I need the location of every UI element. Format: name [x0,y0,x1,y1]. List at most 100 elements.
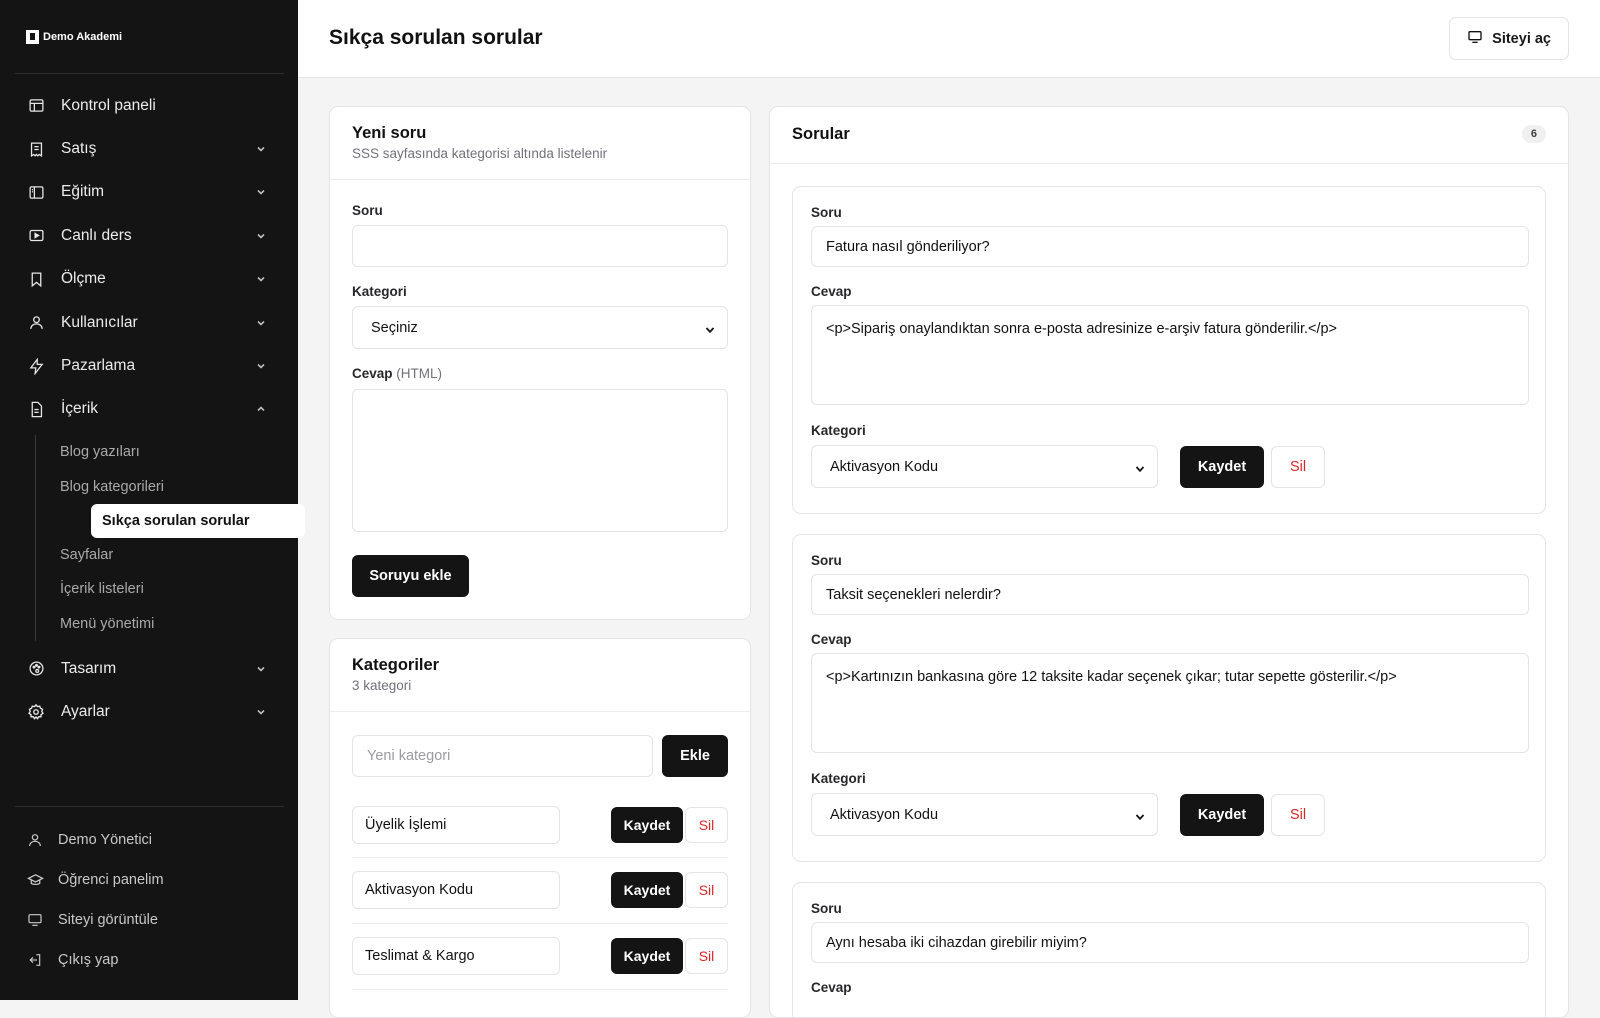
sidebar-item-canli-ders[interactable]: Canlı ders [14,214,284,257]
sidebar-item-kontrol-paneli[interactable]: Kontrol paneli [14,84,284,127]
category-name-input[interactable]: Üyelik İşlemi [352,806,560,844]
submenu-item-menu-yonetimi[interactable]: Menü yönetimi [14,607,284,641]
brand-name: Demo Akademi [43,31,123,43]
answer-label: Cevap [811,632,852,647]
chevron-down-icon [256,144,266,154]
question-item: Soru Aynı hesaba iki cihazdan girebilir … [792,882,1546,1017]
sidebar-item-label: Kullanıcılar [61,313,138,331]
bookmark-icon [27,270,45,288]
category-name-input[interactable]: Aktivasyon Kodu [352,871,560,909]
user-icon [26,831,44,849]
submenu-item-sss[interactable]: Sıkça sorulan sorular [91,503,305,539]
footer-item-logout[interactable]: Çıkış yap [14,940,284,980]
layout-icon [27,97,45,115]
question-item: Soru Fatura nasıl gönderiliyor? Cevap <p… [792,186,1546,514]
receipt-icon [27,140,45,158]
new-category-input[interactable]: Yeni kategori [352,735,653,777]
card-title: Sorular [792,125,850,143]
category-select[interactable]: Aktivasyon Kodu [811,445,1158,488]
answer-label: Cevap [811,284,852,299]
sidebar-divider [14,806,284,807]
delete-category-button[interactable]: Sil [685,807,728,843]
sidebar-item-label: İçerik [61,400,99,418]
video-icon [27,227,45,245]
questions-count-badge: 6 [1521,125,1546,143]
answer-label: Cevap (HTML) [352,366,442,381]
category-label: Kategori [811,771,866,786]
chevron-down-icon [256,707,266,717]
add-question-button[interactable]: Soruyu ekle [352,555,469,597]
answer-textarea[interactable]: <p>Sipariş onaylandıktan sonra e-posta a… [811,305,1529,405]
new-question-card: Yeni soru SSS sayfasında kategorisi altı… [329,106,751,620]
question-input[interactable]: Fatura nasıl gönderiliyor? [811,226,1529,267]
sidebar-item-ayarlar[interactable]: Ayarlar [14,690,284,733]
sidebar-item-satis[interactable]: Satış [14,127,284,170]
question-input[interactable]: Aynı hesaba iki cihazdan girebilir miyim… [811,922,1529,963]
sidebar-item-pazarlama[interactable]: Pazarlama [14,344,284,387]
save-question-button[interactable]: Kaydet [1180,446,1264,488]
sidebar-item-kullanicilar[interactable]: Kullanıcılar [14,301,284,344]
category-label: Kategori [811,423,866,438]
submenu-item-sayfalar[interactable]: Sayfalar [14,538,284,572]
row-divider [352,989,728,990]
brand[interactable]: Demo Akademi [26,30,122,44]
sidebar-item-icerik[interactable]: İçerik [14,388,284,431]
card-header: Sorular [770,107,1568,164]
save-category-button[interactable]: Kaydet [611,872,683,908]
sidebar-item-olcme[interactable]: Ölçme [14,258,284,301]
footer-item-label: Demo Yönetici [58,832,153,848]
brand-logo-icon [26,30,39,44]
chevron-up-icon [256,404,266,414]
monitor-icon [1467,29,1483,49]
card-header: Yeni soru SSS sayfasında kategorisi altı… [330,107,750,180]
sidebar-nav: Kontrol paneli Satış Eğitim Canlı ders Ö… [14,84,305,734]
question-label: Soru [352,203,383,218]
question-input[interactable] [352,225,728,267]
footer-item-view-site[interactable]: Siteyi görüntüle [14,900,284,940]
question-label: Soru [811,205,842,220]
categories-card: Kategoriler 3 kategori Yeni kategori Ekl… [329,638,751,1018]
bolt-icon [27,357,45,375]
answer-label-hint: (HTML) [396,366,443,381]
footer-item-label: Çıkış yap [58,952,119,968]
submenu-item-icerik-listeleri[interactable]: İçerik listeleri [14,572,284,606]
delete-question-button[interactable]: Sil [1271,794,1325,836]
sidebar-item-label: Pazarlama [61,357,136,375]
save-question-button[interactable]: Kaydet [1180,794,1264,836]
category-select[interactable]: Seçiniz [352,306,728,349]
open-site-button[interactable]: Siteyi aç [1449,17,1569,60]
sidebar-item-tasarim[interactable]: Tasarım [14,647,284,690]
save-category-button[interactable]: Kaydet [611,807,683,843]
category-select-value: Seçiniz [371,319,418,336]
questions-card: Sorular 6 Soru Fatura nasıl gönderiliyor… [769,106,1569,1018]
save-category-button[interactable]: Kaydet [611,938,683,974]
row-divider [352,857,728,858]
answer-textarea[interactable] [352,389,728,532]
row-divider [352,923,728,924]
content-submenu: Blog yazıları Blog kategorileri Sıkça so… [35,435,305,641]
footer-item-user[interactable]: Demo Yönetici [14,820,284,860]
submenu-item-blog-kategorileri[interactable]: Blog kategorileri [14,469,284,503]
chevron-down-icon [256,361,266,371]
answer-textarea[interactable]: <p>Kartınızın bankasına göre 12 taksite … [811,653,1529,753]
answer-label-text: Cevap [352,366,393,381]
footer-item-student-panel[interactable]: Öğrenci panelim [14,860,284,900]
sidebar-item-egitim[interactable]: Eğitim [14,171,284,214]
delete-question-button[interactable]: Sil [1271,446,1325,488]
delete-category-button[interactable]: Sil [685,938,728,974]
category-select-value: Aktivasyon Kodu [830,458,939,475]
question-input[interactable]: Taksit seçenekleri nelerdir? [811,574,1529,615]
category-select-value: Aktivasyon Kodu [830,806,939,823]
card-title: Yeni soru [352,124,427,142]
delete-category-button[interactable]: Sil [685,872,728,908]
sidebar-footer: Demo Yönetici Öğrenci panelim Siteyi gör… [14,820,284,980]
user-icon [27,314,45,332]
submenu-item-blog-yazilari[interactable]: Blog yazıları [14,435,284,469]
category-select[interactable]: Aktivasyon Kodu [811,793,1158,836]
add-category-button[interactable]: Ekle [662,735,728,777]
sidebar-divider [14,73,284,74]
chevron-down-icon [256,187,266,197]
footer-item-label: Siteyi görüntüle [58,912,158,928]
category-name-input[interactable]: Teslimat & Kargo [352,937,560,975]
question-label: Soru [811,553,842,568]
